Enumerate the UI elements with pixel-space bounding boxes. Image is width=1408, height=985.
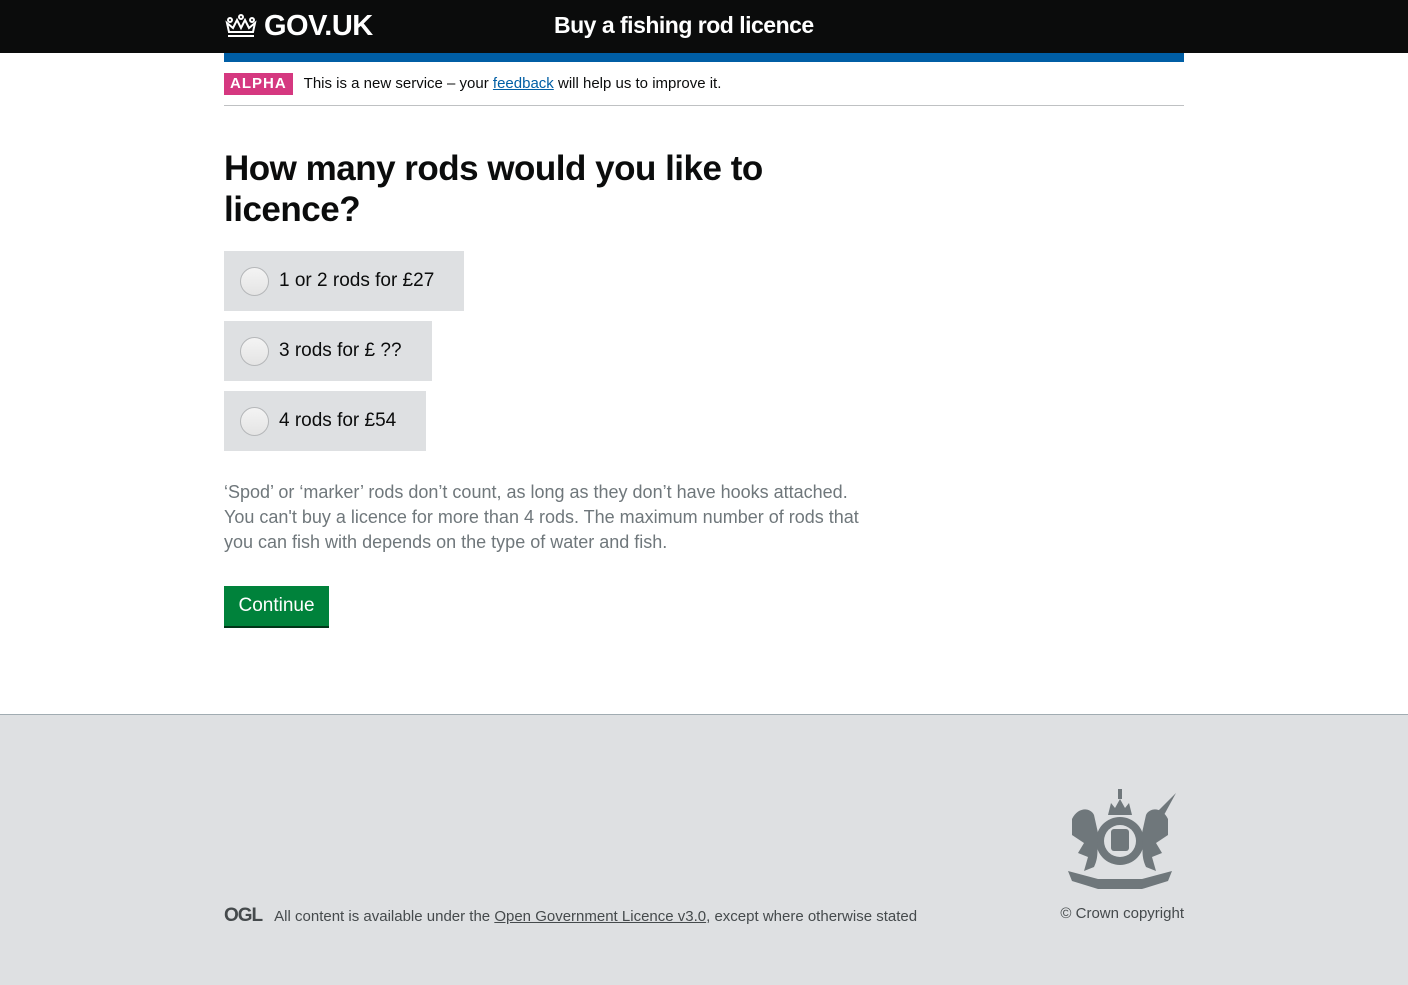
crown-copyright-link[interactable]: © Crown copyright xyxy=(1060,905,1184,922)
option-label: 4 rods for £54 xyxy=(279,410,397,431)
service-name[interactable]: Buy a fishing rod licence xyxy=(554,12,814,39)
radio-button[interactable] xyxy=(240,406,269,436)
logo-text: GOV.UK xyxy=(264,10,373,42)
radio-option-1-2-rods[interactable]: 1 or 2 rods for £27 xyxy=(224,251,465,311)
govuk-logo-link[interactable]: GOV.UK xyxy=(224,10,373,43)
licence-text: OGL All content is available under the O… xyxy=(224,905,918,926)
phase-tag: ALPHA xyxy=(224,73,293,95)
header: GOV.UK Buy a fishing rod licence xyxy=(0,0,1408,53)
phase-banner: ALPHA This is a new service – your feedb… xyxy=(224,73,1184,106)
ogl-logo: OGL xyxy=(224,905,263,926)
hint-text: ‘Spod’ or ‘marker’ rods don’t count, as … xyxy=(224,482,859,552)
royal-coat-of-arms-icon xyxy=(1068,789,1176,889)
footer: OGL All content is available under the O… xyxy=(0,714,1408,985)
header-blue-bar xyxy=(224,53,1184,62)
ogl-link[interactable]: Open Government Licence v3.0 xyxy=(494,908,706,925)
feedback-link[interactable]: feedback xyxy=(493,75,554,92)
radio-option-3-rods[interactable]: 3 rods for £ ?? xyxy=(224,321,432,381)
phase-text: This is a new service – your feedback wi… xyxy=(303,75,722,92)
radio-button[interactable] xyxy=(240,336,269,366)
option-label: 3 rods for £ ?? xyxy=(279,340,402,361)
option-label: 1 or 2 rods for £27 xyxy=(279,270,435,291)
radio-button[interactable] xyxy=(240,266,269,296)
continue-button[interactable]: Continue xyxy=(224,586,329,626)
radio-option-4-rods[interactable]: 4 rods for £54 xyxy=(224,391,427,451)
crown-icon xyxy=(225,13,257,37)
page-title: How many rods would you like to licence? xyxy=(224,149,763,229)
